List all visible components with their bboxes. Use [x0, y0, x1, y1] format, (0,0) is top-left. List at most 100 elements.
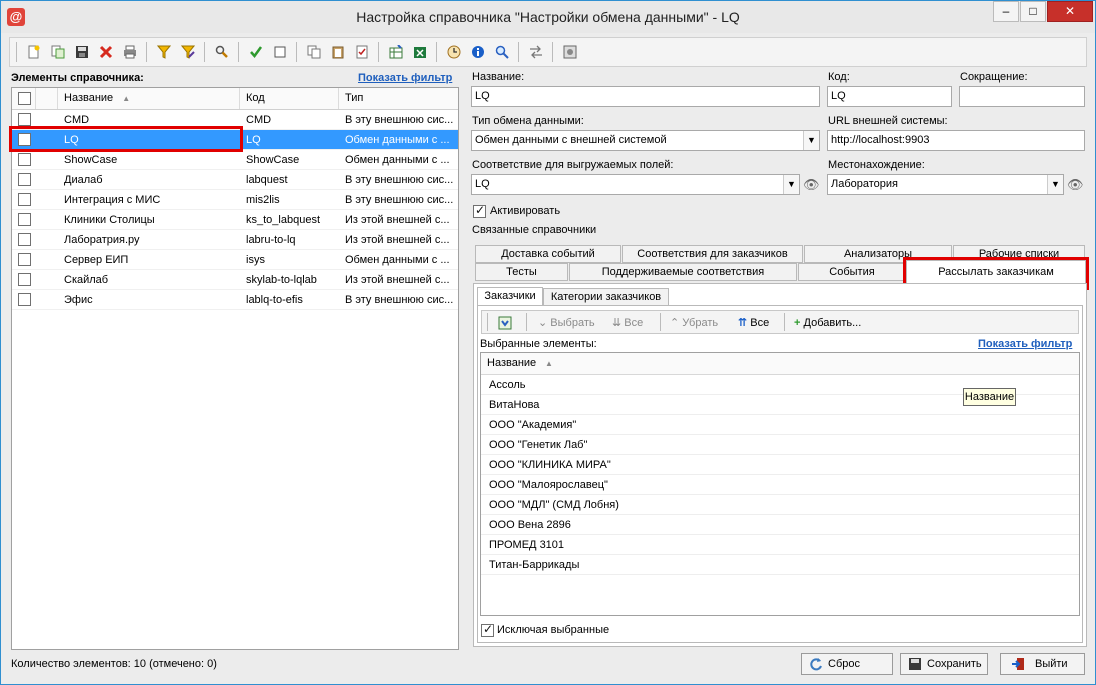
view-eye-icon[interactable]: 👁	[803, 178, 821, 191]
search-button[interactable]	[492, 42, 512, 62]
short-name-input[interactable]	[959, 86, 1085, 107]
maximize-button[interactable]: □	[1020, 1, 1046, 22]
code-input[interactable]: LQ	[827, 86, 952, 107]
row-checkbox[interactable]	[18, 213, 31, 226]
tab-customer-categories[interactable]: Категории заказчиков	[543, 288, 669, 306]
show-filter-link[interactable]: Показать фильтр	[358, 72, 452, 84]
add-button[interactable]: + Добавить...	[794, 314, 861, 332]
chevron-down-icon[interactable]: ▼	[803, 131, 819, 150]
info-button[interactable]	[468, 42, 488, 62]
copy-document-icon	[51, 45, 65, 59]
column-header-type[interactable]: Тип	[339, 88, 458, 109]
select-all-checkbox[interactable]	[18, 92, 31, 105]
highlight-box-row	[9, 126, 243, 152]
code-label: Код:	[828, 71, 850, 83]
row-checkbox[interactable]	[18, 293, 31, 306]
copy-button[interactable]	[304, 42, 324, 62]
exit-button[interactable]: Выйти	[1000, 653, 1085, 675]
reset-icon	[810, 658, 822, 671]
paste-button[interactable]	[328, 42, 348, 62]
uncheck-all-button[interactable]	[270, 42, 290, 62]
close-button[interactable]: ✕	[1047, 1, 1093, 22]
table-row[interactable]: Клиники Столицы ks_to_labquest Из этой вне…	[12, 210, 458, 230]
filter-button[interactable]	[154, 42, 174, 62]
refresh-list-icon	[498, 316, 512, 330]
table-row[interactable]: Интеграция с МИС mis2lis В эту внешнюю сис…	[12, 190, 458, 210]
list-item[interactable]: ООО "Академия"	[481, 415, 1079, 435]
url-input[interactable]: http://localhost:9903	[827, 130, 1085, 151]
cell-code: labquest	[246, 174, 288, 186]
transfer-button[interactable]	[526, 42, 546, 62]
row-checkbox[interactable]	[18, 233, 31, 246]
row-checkbox[interactable]	[18, 273, 31, 286]
exclude-selected-checkbox[interactable]	[481, 622, 494, 637]
check-all-button[interactable]	[246, 42, 266, 62]
row-checkbox[interactable]	[18, 193, 31, 206]
export-excel-button[interactable]	[410, 42, 430, 62]
refresh-button[interactable]	[496, 314, 514, 332]
save-record-button[interactable]	[72, 42, 92, 62]
chevron-down-icon[interactable]: ▼	[1047, 175, 1063, 194]
chevron-down-icon[interactable]: ▼	[783, 175, 799, 194]
select-all-button[interactable]: ⇊ Все	[612, 314, 643, 332]
settings-button[interactable]	[560, 42, 580, 62]
find-button[interactable]	[212, 42, 232, 62]
table-row[interactable]: Скайлаб skylab-to-lqlab Из этой внешней с.…	[12, 270, 458, 290]
row-checkbox[interactable]	[18, 173, 31, 186]
elements-count: Количество элементов: 10 (отмечено: 0)	[11, 658, 217, 670]
filter-edit-button[interactable]	[178, 42, 198, 62]
show-filter-link-2[interactable]: Показать фильтр	[978, 338, 1072, 350]
checklist-button[interactable]	[352, 42, 372, 62]
sort-ascending-icon: ▲	[122, 94, 131, 103]
import-button[interactable]	[386, 42, 406, 62]
list-item[interactable]: ООО "Генетик Лаб"	[481, 435, 1079, 455]
cell-code: ks_to_labquest	[246, 214, 320, 226]
list-item[interactable]: ПРОМЕД 3101	[481, 535, 1079, 555]
new-record-button[interactable]	[24, 42, 44, 62]
tab-supported-mappings[interactable]: Поддерживаемые соответствия	[569, 263, 797, 281]
list-item[interactable]: Титан-Баррикады	[481, 555, 1079, 575]
tab-tests[interactable]: Тесты	[475, 263, 568, 281]
print-button[interactable]	[120, 42, 140, 62]
toolbar-separator	[784, 313, 785, 331]
table-row[interactable]: Сервер ЕИП isys Обмен данными с ...	[12, 250, 458, 270]
view-eye-icon[interactable]: 👁	[1067, 178, 1085, 191]
list-item[interactable]: ООО "МДЛ" (СМД Лобня)	[481, 495, 1079, 515]
tab-customer-mappings[interactable]: Соответствия для заказчиков	[622, 245, 803, 263]
column-header-name[interactable]: Название ▲	[58, 88, 240, 109]
column-header-code[interactable]: Код	[240, 88, 339, 109]
new-document-icon	[28, 45, 40, 59]
activate-checkbox[interactable]	[473, 203, 486, 218]
selected-list-header[interactable]: Название ▲	[481, 353, 1079, 375]
history-button[interactable]	[444, 42, 464, 62]
cell-type: Обмен данными с ...	[345, 134, 450, 146]
list-item[interactable]: ООО "Малоярославец"	[481, 475, 1079, 495]
location-select[interactable]: Лаборатория ▼	[827, 174, 1064, 195]
minimize-button[interactable]: –	[993, 1, 1019, 22]
list-item[interactable]: ООО "КЛИНИКА МИРА"	[481, 455, 1079, 475]
add-document-icon: +	[794, 317, 801, 329]
name-input[interactable]: LQ	[471, 86, 820, 107]
copy-record-button[interactable]	[48, 42, 68, 62]
remove-all-label: Все	[750, 317, 770, 329]
reset-button[interactable]: Сброс	[801, 653, 893, 675]
table-row[interactable]: Эфис lablq-to-efis В эту внешнюю сис...	[12, 290, 458, 310]
cell-type: Обмен данными с ...	[345, 254, 450, 266]
table-row[interactable]: Диалаб labquest В эту внешнюю сис...	[12, 170, 458, 190]
tab-events[interactable]: События	[798, 263, 906, 281]
row-checkbox[interactable]	[18, 113, 31, 126]
row-checkbox[interactable]	[18, 153, 31, 166]
remove-all-button[interactable]: ⇈ Все	[738, 314, 769, 332]
table-row[interactable]: ShowCase ShowCase Обмен данными с ...	[12, 150, 458, 170]
list-item[interactable]: ООО Вена 2896	[481, 515, 1079, 535]
delete-record-button[interactable]	[96, 42, 116, 62]
row-checkbox[interactable]	[18, 253, 31, 266]
mapping-select[interactable]: LQ ▼	[471, 174, 800, 195]
select-button[interactable]: ⌄ Выбрать	[538, 314, 595, 332]
tab-customers[interactable]: Заказчики	[477, 287, 543, 306]
exchange-type-select[interactable]: Обмен данными с внешней системой ▼	[471, 130, 820, 151]
table-row[interactable]: Лаборатрия.ру labru-to-lq Из этой внешней …	[12, 230, 458, 250]
remove-button[interactable]: ⌃ Убрать	[670, 314, 718, 332]
tab-event-delivery[interactable]: Доставка событий	[475, 245, 621, 263]
save-button[interactable]: Сохранить	[900, 653, 988, 675]
